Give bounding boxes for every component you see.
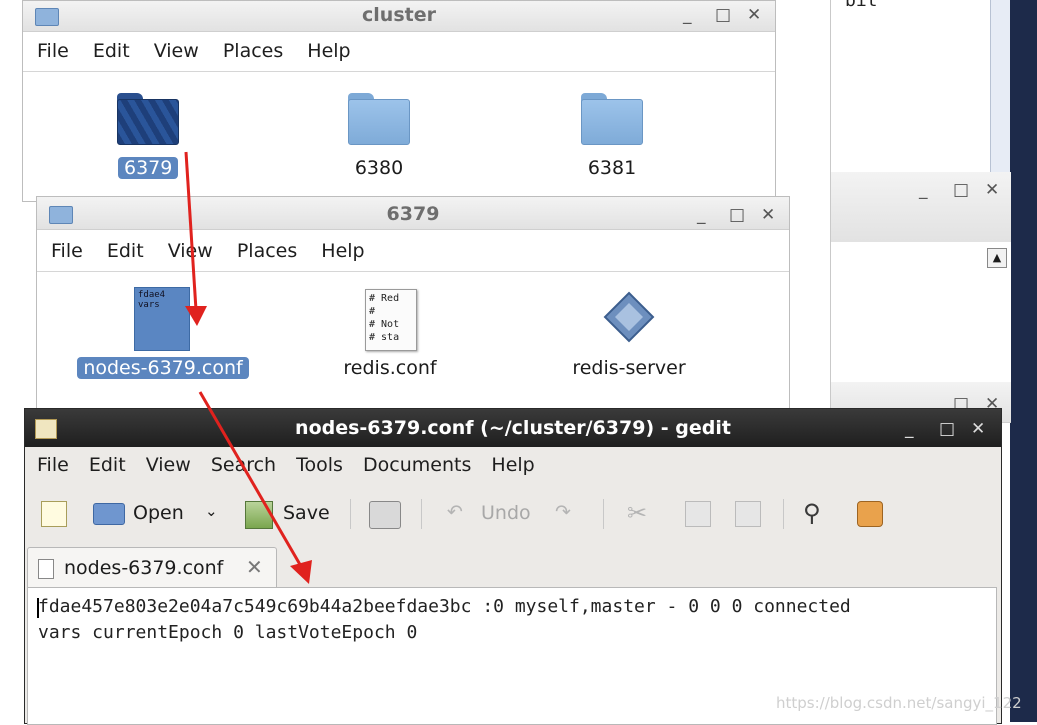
arrow-head-2: [290, 560, 312, 584]
watermark: https://blog.csdn.net/sangyi_122: [776, 694, 1022, 712]
annotation-arrows: [184, 151, 312, 584]
arrow-line-1: [184, 151, 198, 311]
arrow-line-2: [198, 391, 304, 569]
arrow-head-1: [185, 306, 207, 326]
